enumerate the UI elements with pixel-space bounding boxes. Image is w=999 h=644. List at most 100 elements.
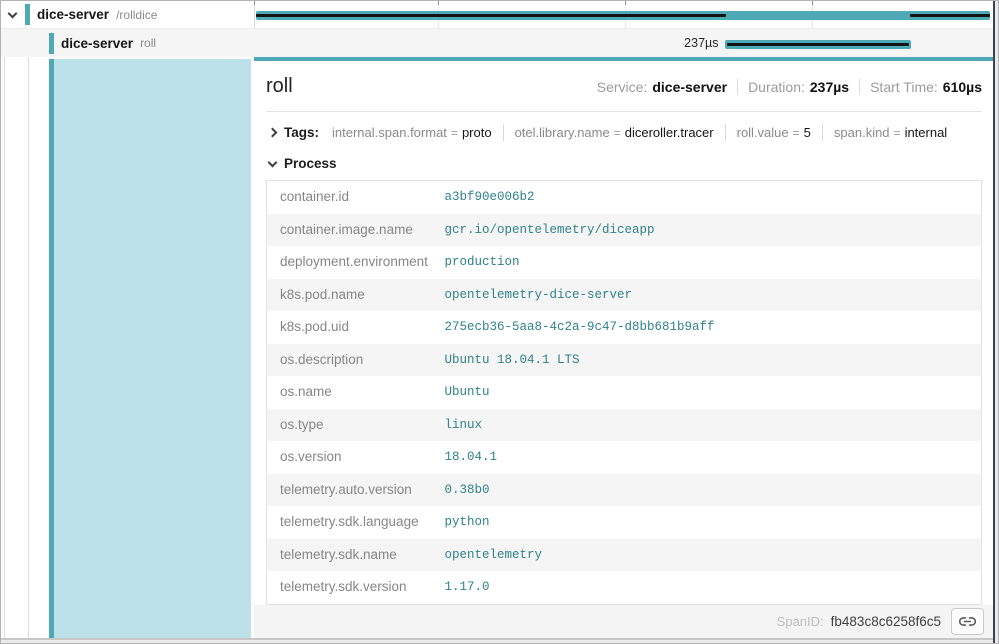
- process-table-row: os.version 18.04.1: [267, 441, 982, 474]
- service-name: dice-server: [37, 7, 109, 22]
- process-table-row: deployment.environment production: [267, 246, 982, 279]
- timeline-tick: [438, 1, 439, 5]
- span-row-child: dice-server roll 237µs: [1, 29, 993, 57]
- process-key: os.version: [267, 441, 445, 474]
- timeline-root: [254, 1, 993, 28]
- process-table-row: telemetry.sdk.name opentelemetry: [267, 539, 982, 572]
- window-right-edge: [993, 1, 998, 643]
- meta-separator: [737, 79, 738, 95]
- service-name: dice-server: [61, 36, 133, 51]
- span-name-child[interactable]: dice-server roll: [1, 29, 254, 57]
- timeline-tick: [254, 1, 255, 5]
- chevron-down-icon[interactable]: [8, 8, 18, 18]
- span-detail-panel: roll Service: dice-server Duration: 237µ…: [254, 57, 993, 638]
- tag-equals: =: [789, 126, 804, 140]
- process-table-row: os.type linux: [267, 409, 982, 442]
- process-accordion[interactable]: Process: [266, 156, 982, 171]
- tags-accordion[interactable]: Tags: internal.span.format = proto otel.…: [266, 124, 982, 141]
- chevron-right-icon: [268, 128, 278, 138]
- span-name-root[interactable]: dice-server /rolldice: [1, 1, 254, 28]
- chevron-down-icon: [268, 157, 278, 167]
- span-bar-root[interactable]: [256, 11, 990, 20]
- span-detail-footer: SpanID: fb483c8c6258f6c5: [254, 605, 993, 639]
- span-detail-header: roll Service: dice-server Duration: 237µ…: [266, 75, 982, 98]
- timeline-tick: [625, 1, 626, 5]
- process-value: gcr.io/opentelemetry/diceapp: [445, 214, 982, 247]
- process-table-row: telemetry.sdk.version 1.17.0: [267, 571, 982, 604]
- process-value: Ubuntu 18.04.1 LTS: [445, 344, 982, 377]
- service-label: Service:: [597, 79, 648, 95]
- process-key: container.image.name: [267, 214, 445, 247]
- process-table-row: os.name Ubuntu: [267, 376, 982, 409]
- tag-value: proto: [462, 125, 492, 140]
- span-meta: Service: dice-server Duration: 237µs Sta…: [597, 79, 982, 95]
- process-value: opentelemetry: [445, 539, 982, 572]
- process-key: telemetry.sdk.language: [267, 506, 445, 539]
- service-color-bar: [49, 33, 54, 54]
- spanid-value: fb483c8c6258f6c5: [831, 614, 941, 629]
- tag-item: internal.span.format = proto: [321, 124, 503, 141]
- tag-key: internal.span.format: [332, 125, 447, 140]
- process-table-row: telemetry.sdk.language python: [267, 506, 982, 539]
- span-row-root: dice-server /rolldice: [1, 1, 993, 29]
- process-key: telemetry.sdk.version: [267, 571, 445, 604]
- process-table-row: telemetry.auto.version 0.38b0: [267, 474, 982, 507]
- span-tree-left-column: [1, 57, 254, 638]
- process-value: opentelemetry-dice-server: [445, 279, 982, 312]
- window-bottom-edge: [1, 638, 998, 643]
- tags-list: internal.span.format = proto otel.librar…: [321, 124, 958, 141]
- timeline-tick: [812, 1, 813, 5]
- span-duration-label: 237µs: [684, 36, 718, 50]
- process-table-row: k8s.pod.uid 275ecb36-5aa8-4c2a-9c47-d8bb…: [267, 311, 982, 344]
- duration-value: 237µs: [810, 79, 849, 95]
- process-key: telemetry.sdk.name: [267, 539, 445, 572]
- process-value: python: [445, 506, 982, 539]
- start-time-label: Start Time:: [870, 79, 938, 95]
- self-time-segment: [256, 14, 726, 17]
- tag-item: roll.value = 5: [725, 124, 822, 141]
- process-key: os.description: [267, 344, 445, 377]
- span-bar-child[interactable]: [725, 40, 910, 49]
- process-kv-table: container.id a3bf90e006b2 container.imag…: [266, 180, 982, 605]
- tag-key: otel.library.name: [515, 125, 610, 140]
- spanid-label: SpanID:: [777, 614, 824, 629]
- process-key: deployment.environment: [267, 246, 445, 279]
- tag-equals: =: [890, 126, 905, 140]
- timeline-child: 237µs: [254, 29, 993, 57]
- span-operation-title: roll: [266, 75, 293, 98]
- process-value: 275ecb36-5aa8-4c2a-9c47-d8bb681b9aff: [445, 311, 982, 344]
- tags-label: Tags:: [284, 125, 319, 140]
- process-value: production: [445, 246, 982, 279]
- tag-key: roll.value: [737, 125, 789, 140]
- meta-separator: [859, 79, 860, 95]
- process-key: telemetry.auto.version: [267, 474, 445, 507]
- start-time-value: 610µs: [943, 79, 982, 95]
- operation-name: roll: [140, 36, 156, 50]
- process-table-row: container.image.name gcr.io/opentelemetr…: [267, 214, 982, 247]
- indent-guide: [4, 57, 5, 638]
- tag-value: internal: [905, 125, 948, 140]
- link-icon: [959, 613, 976, 630]
- tag-item: span.kind = internal: [822, 124, 958, 141]
- span-detail-body: roll Service: dice-server Duration: 237µ…: [254, 61, 993, 605]
- tag-item: otel.library.name = diceroller.tracer: [503, 124, 725, 141]
- tag-equals: =: [447, 126, 462, 140]
- duration-label: Duration:: [748, 79, 805, 95]
- service-color-bar: [25, 4, 30, 25]
- jaeger-span-detail-window: dice-server /rolldice dice-server roll 2…: [0, 0, 999, 644]
- process-key: os.type: [267, 409, 445, 442]
- process-key: container.id: [267, 181, 445, 214]
- process-table-row: os.description Ubuntu 18.04.1 LTS: [267, 344, 982, 377]
- tag-key: span.kind: [834, 125, 890, 140]
- process-value: 1.17.0: [445, 571, 982, 604]
- deep-link-button[interactable]: [951, 608, 984, 635]
- process-value: Ubuntu: [445, 376, 982, 409]
- operation-name: /rolldice: [116, 8, 157, 22]
- process-key: os.name: [267, 376, 445, 409]
- self-time-segment: [727, 43, 908, 46]
- process-value: 18.04.1: [445, 441, 982, 474]
- tag-value: 5: [804, 125, 811, 140]
- process-table-row: container.id a3bf90e006b2: [267, 181, 982, 214]
- process-key: k8s.pod.name: [267, 279, 445, 312]
- tag-equals: =: [610, 126, 625, 140]
